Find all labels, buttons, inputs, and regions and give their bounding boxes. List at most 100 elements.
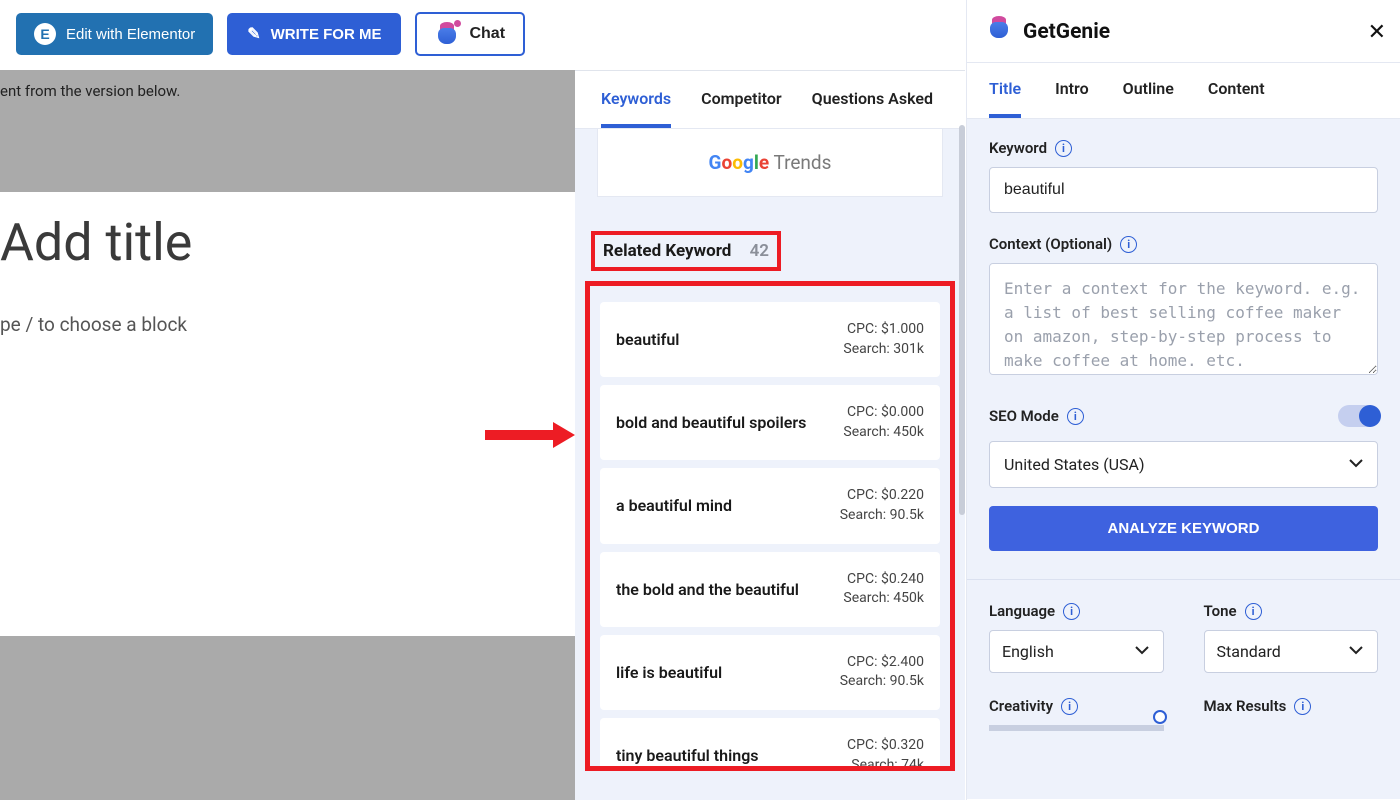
analyze-keyword-button[interactable]: ANALYZE KEYWORD xyxy=(989,506,1378,551)
editor-toolbar: E Edit with Elementor ✎ WRITE FOR ME Cha… xyxy=(0,0,965,68)
info-icon[interactable]: i xyxy=(1063,603,1080,620)
keyword-cpc: CPC: $0.220 xyxy=(840,486,924,506)
creativity-field: Creativity i xyxy=(989,697,1164,731)
keyword-item[interactable]: beautiful CPC: $1.000 Search: 301k xyxy=(600,302,940,377)
keyword-cpc: CPC: $2.400 xyxy=(840,653,924,673)
creativity-slider[interactable] xyxy=(989,725,1164,731)
related-keyword-label: Related Keyword xyxy=(603,241,731,261)
context-field-group: Context (Optional) i xyxy=(989,235,1378,379)
keyword-meta: CPC: $0.220 Search: 90.5k xyxy=(840,486,924,525)
related-keyword-heading: Related Keyword 42 xyxy=(591,231,781,271)
max-results-field: Max Results i xyxy=(1204,697,1379,731)
keyword-meta: CPC: $2.400 Search: 90.5k xyxy=(840,653,924,692)
pen-icon: ✎ xyxy=(247,24,260,44)
context-textarea[interactable] xyxy=(989,263,1378,375)
context-label: Context (Optional) i xyxy=(989,235,1378,253)
chat-button[interactable]: Chat xyxy=(415,12,525,56)
keyword-search: Search: 74k xyxy=(847,756,924,771)
sidebar-tabs: Title Intro Outline Content xyxy=(967,62,1400,119)
keyword-item[interactable]: a beautiful mind CPC: $0.220 Search: 90.… xyxy=(600,468,940,543)
post-title-input[interactable]: Add title xyxy=(0,212,575,273)
keyword-term: tiny beautiful things xyxy=(616,746,759,765)
tab-intro[interactable]: Intro xyxy=(1055,63,1089,118)
seo-mode-label: SEO Mode i xyxy=(989,407,1084,425)
keyword-term: the bold and the beautiful xyxy=(616,580,799,599)
google-trends-card[interactable]: Google Trends xyxy=(597,129,943,197)
post-editor: Add title pe / to choose a block xyxy=(0,192,575,636)
keyword-item[interactable]: life is beautiful CPC: $2.400 Search: 90… xyxy=(600,635,940,710)
lang-tone-row: Language i English Tone i Standard xyxy=(989,602,1378,673)
google-trends-logo: Google Trends xyxy=(709,151,832,174)
keyword-label: Keyword i xyxy=(989,139,1378,157)
keyword-cpc: CPC: $1.000 xyxy=(843,320,924,340)
keyword-search: Search: 450k xyxy=(843,423,924,443)
related-keyword-count: 42 xyxy=(750,241,769,261)
elementor-icon: E xyxy=(34,23,56,45)
brand-name: GetGenie xyxy=(1023,20,1110,44)
research-tabs: Keywords Competitor Questions Asked xyxy=(575,71,965,129)
keyword-term: life is beautiful xyxy=(616,663,722,682)
country-select[interactable]: United States (USA) xyxy=(989,441,1378,488)
seo-mode-toggle[interactable] xyxy=(1338,405,1378,427)
tab-keywords[interactable]: Keywords xyxy=(601,89,671,128)
keyword-search: Search: 90.5k xyxy=(840,506,924,526)
tone-select[interactable]: Standard xyxy=(1204,630,1379,673)
autosave-notice: ent from the version below. xyxy=(0,70,575,112)
keyword-term: a beautiful mind xyxy=(616,496,732,515)
keyword-field-group: Keyword i xyxy=(989,139,1378,213)
edit-elementor-button[interactable]: E Edit with Elementor xyxy=(16,13,213,55)
info-icon[interactable]: i xyxy=(1067,408,1084,425)
keyword-term: bold and beautiful spoilers xyxy=(616,413,806,432)
related-keyword-list: beautiful CPC: $1.000 Search: 301k bold … xyxy=(585,281,955,771)
panel-scrollbar[interactable] xyxy=(959,125,965,515)
creativity-results-row: Creativity i Max Results i xyxy=(989,697,1378,731)
write-for-me-button[interactable]: ✎ WRITE FOR ME xyxy=(227,13,401,55)
language-label: Language i xyxy=(989,602,1164,620)
tab-content[interactable]: Content xyxy=(1208,63,1265,118)
annotation-arrow-icon xyxy=(485,420,575,450)
sidebar-header: GetGenie ✕ xyxy=(967,0,1400,62)
tone-field: Tone i Standard xyxy=(1204,602,1379,673)
keyword-meta: CPC: $0.320 Search: 74k xyxy=(847,736,924,771)
keyword-item[interactable]: bold and beautiful spoilers CPC: $0.000 … xyxy=(600,385,940,460)
creativity-label: Creativity i xyxy=(989,697,1164,715)
getgenie-sidebar: GetGenie ✕ Title Intro Outline Content K… xyxy=(966,0,1400,800)
keyword-meta: CPC: $0.240 Search: 450k xyxy=(843,570,924,609)
keyword-research-panel: Keywords Competitor Questions Asked Goog… xyxy=(575,70,965,800)
chat-label: Chat xyxy=(469,25,505,43)
sidebar-body: Keyword i Context (Optional) i SEO Mode … xyxy=(967,119,1400,799)
info-icon[interactable]: i xyxy=(1055,140,1072,157)
keyword-search: Search: 90.5k xyxy=(840,672,924,692)
divider xyxy=(967,579,1400,580)
keyword-item[interactable]: tiny beautiful things CPC: $0.320 Search… xyxy=(600,718,940,771)
genie-icon xyxy=(435,22,459,46)
tab-competitor[interactable]: Competitor xyxy=(701,89,782,128)
tone-label: Tone i xyxy=(1204,602,1379,620)
block-hint[interactable]: pe / to choose a block xyxy=(0,313,575,336)
keyword-cpc: CPC: $0.000 xyxy=(843,403,924,423)
keyword-item[interactable]: the bold and the beautiful CPC: $0.240 S… xyxy=(600,552,940,627)
max-results-label: Max Results i xyxy=(1204,697,1379,715)
slider-thumb-icon xyxy=(1153,710,1167,724)
info-icon[interactable]: i xyxy=(1245,603,1262,620)
info-icon[interactable]: i xyxy=(1294,698,1311,715)
toggle-knob xyxy=(1359,405,1381,427)
info-icon[interactable]: i xyxy=(1120,236,1137,253)
seo-mode-row: SEO Mode i xyxy=(989,405,1378,427)
keyword-search: Search: 301k xyxy=(843,340,924,360)
brand: GetGenie xyxy=(985,16,1110,48)
tab-title[interactable]: Title xyxy=(989,63,1021,118)
info-icon[interactable]: i xyxy=(1061,698,1078,715)
getgenie-logo-icon xyxy=(985,16,1013,48)
keyword-meta: CPC: $0.000 Search: 450k xyxy=(843,403,924,442)
keyword-input[interactable] xyxy=(989,167,1378,213)
edit-elementor-label: Edit with Elementor xyxy=(66,26,195,43)
tab-outline[interactable]: Outline xyxy=(1123,63,1174,118)
keyword-cpc: CPC: $0.240 xyxy=(843,570,924,590)
keyword-meta: CPC: $1.000 Search: 301k xyxy=(843,320,924,359)
tab-questions[interactable]: Questions Asked xyxy=(812,89,933,128)
language-select[interactable]: English xyxy=(989,630,1164,673)
language-field: Language i English xyxy=(989,602,1164,673)
keyword-term: beautiful xyxy=(616,330,679,349)
close-icon[interactable]: ✕ xyxy=(1368,20,1386,45)
